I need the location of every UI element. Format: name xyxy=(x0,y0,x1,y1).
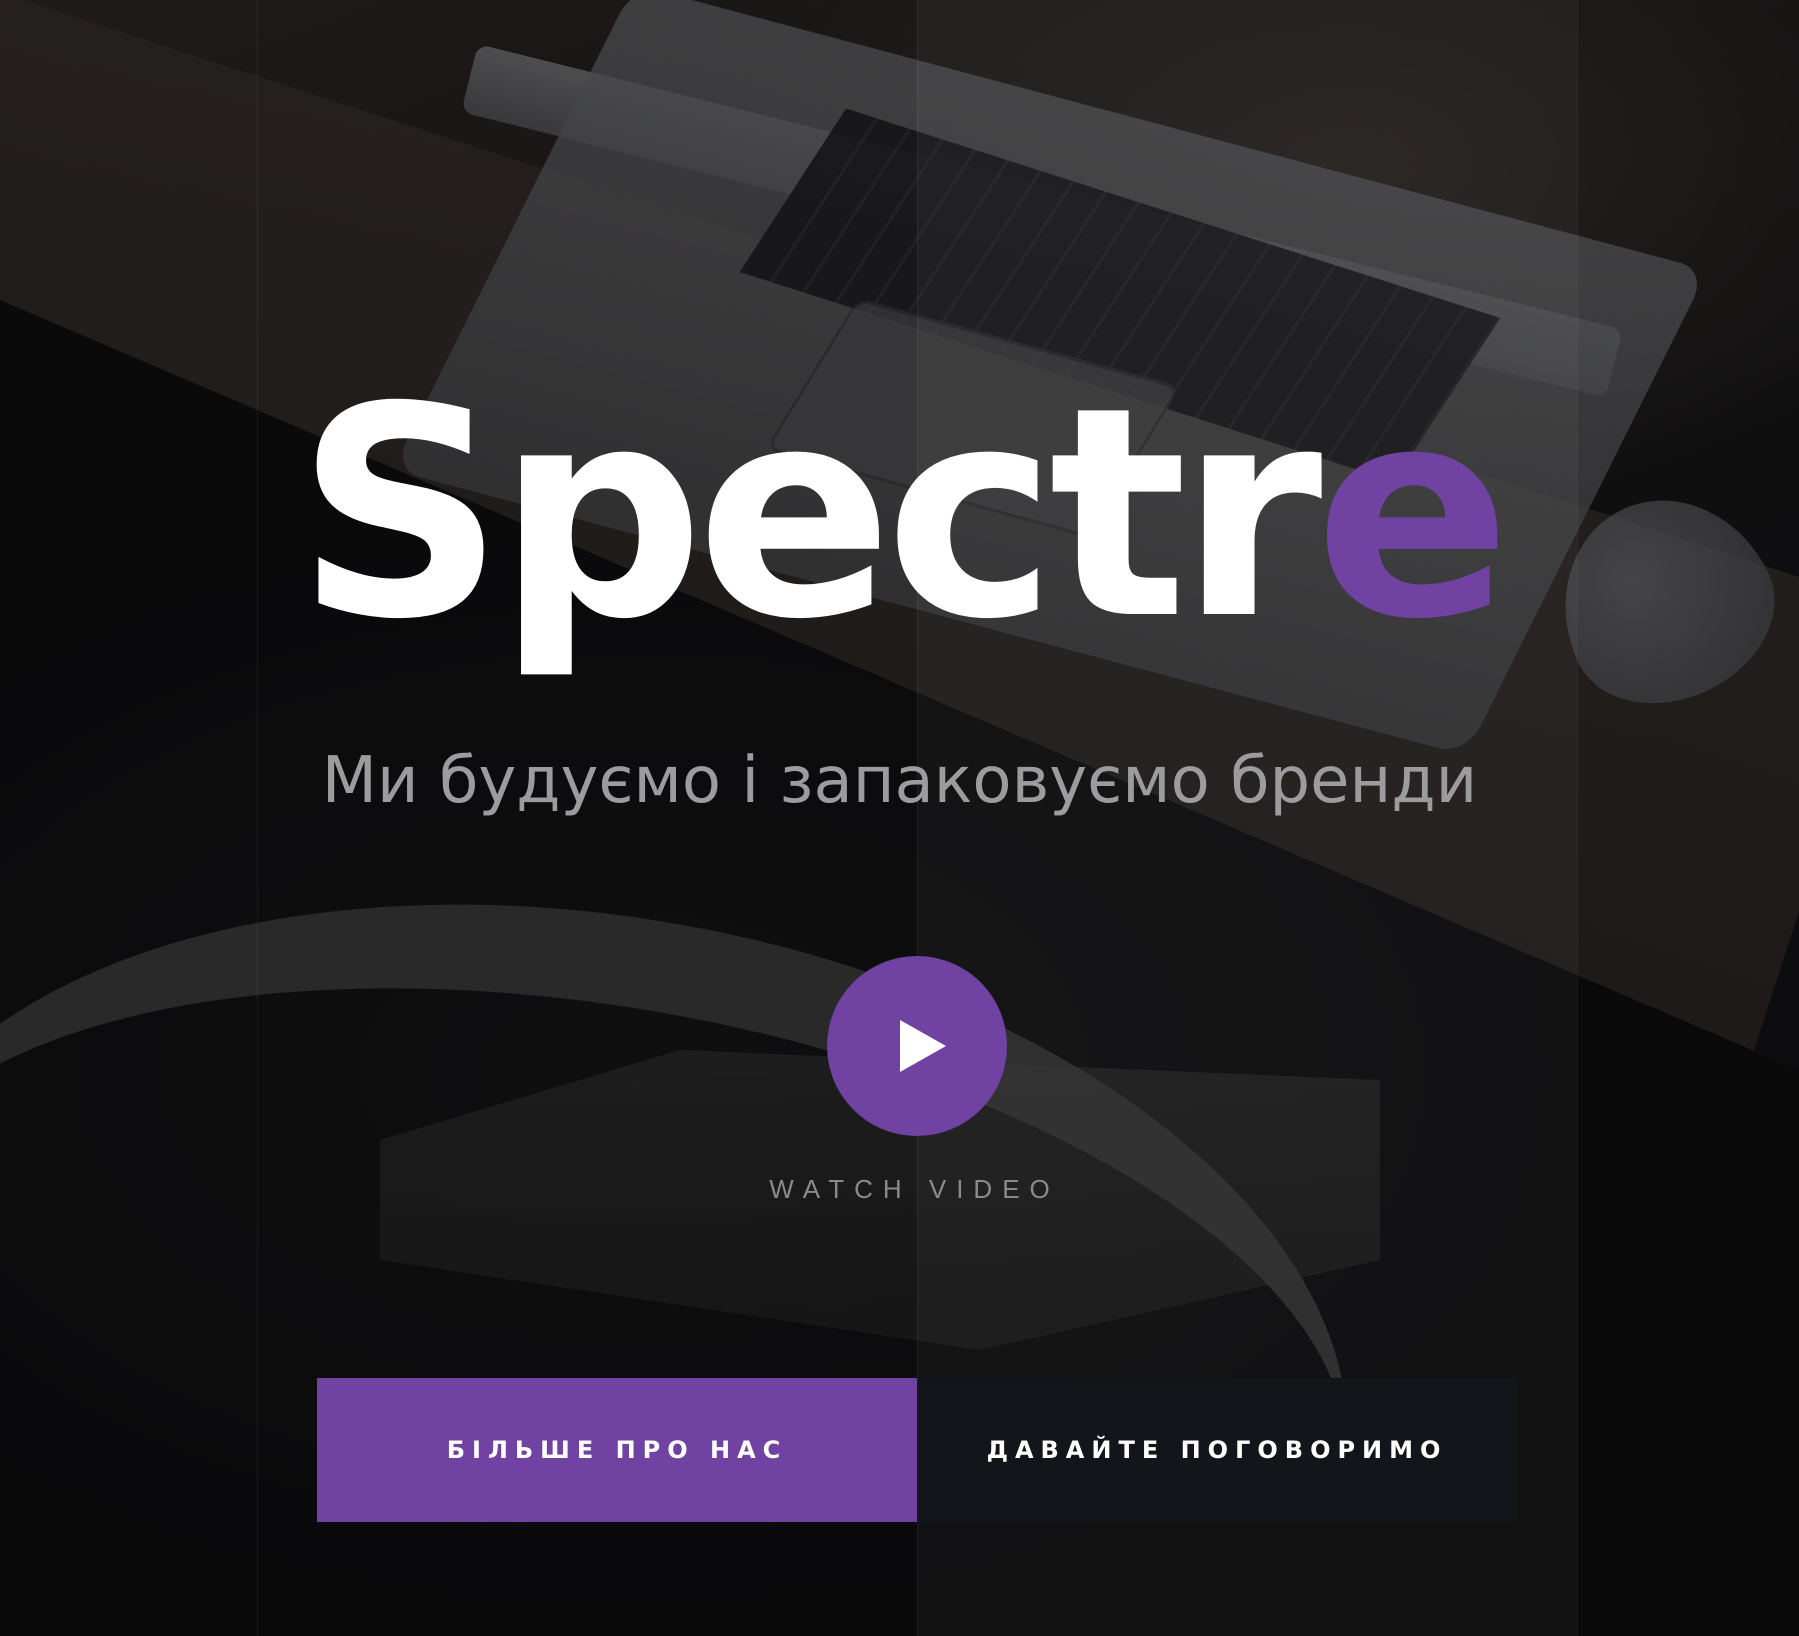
about-us-button-label: БІЛЬШЕ ПРО НАС xyxy=(446,1436,788,1464)
play-icon xyxy=(900,1020,946,1072)
play-video-button[interactable] xyxy=(827,956,1007,1136)
brand-title-accent: e xyxy=(1314,346,1512,683)
hero-section: Spectre Ми будуємо і запаковуємо бренди … xyxy=(0,0,1799,1636)
hero-subtitle: Ми будуємо і запаковуємо бренди xyxy=(321,744,1478,818)
brand-title: Spectre xyxy=(0,370,1799,660)
contact-button-label: ДАВАЙТЕ ПОГОВОРИМО xyxy=(986,1436,1448,1464)
watch-video-link[interactable]: WATCH VIDEO xyxy=(0,1174,1799,1205)
about-us-button[interactable]: БІЛЬШЕ ПРО НАС xyxy=(317,1378,917,1522)
contact-button[interactable]: ДАВАЙТЕ ПОГОВОРИМО xyxy=(917,1378,1517,1522)
brand-title-main: Spectr xyxy=(295,346,1323,683)
